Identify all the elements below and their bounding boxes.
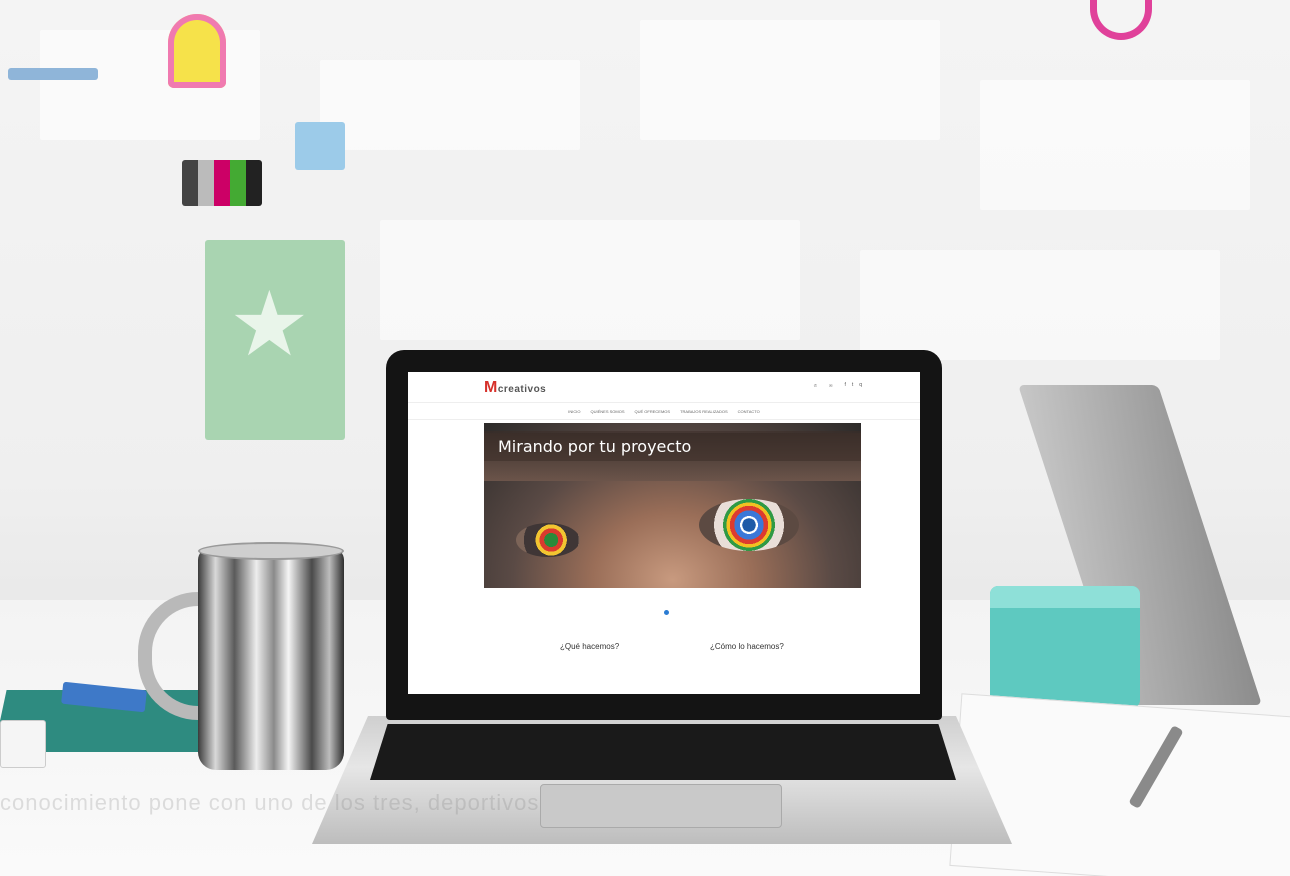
wall-brick xyxy=(860,250,1220,360)
site-header: Mcreativos ✆ ✉ f t q xyxy=(408,372,920,402)
star-icon: ★ xyxy=(229,275,310,375)
pink-ring xyxy=(1090,0,1152,40)
blue-note xyxy=(295,122,345,170)
hero-slider[interactable]: Mirando por tu proyecto xyxy=(484,423,861,588)
notebook xyxy=(0,720,46,768)
yellow-note xyxy=(168,14,226,88)
header-contact: ✆ ✉ f t q xyxy=(814,382,862,388)
twitter-icon[interactable]: t xyxy=(852,382,853,388)
teal-speaker-top xyxy=(990,586,1140,608)
slider-dot-active[interactable] xyxy=(664,610,669,615)
wall-brick xyxy=(320,60,580,150)
logo-mark: M xyxy=(484,379,498,396)
facebook-icon[interactable]: f xyxy=(844,382,845,388)
laptop-keyboard xyxy=(370,724,956,780)
green-star-poster: ★ xyxy=(205,240,345,440)
nav-item-quienes-somos[interactable]: QUIÉNES SOMOS xyxy=(591,409,625,414)
site-logo[interactable]: Mcreativos xyxy=(484,379,546,397)
email-icon: ✉ xyxy=(829,382,833,388)
left-eye xyxy=(516,523,580,557)
photo-scene: ★ Mcreativos ✆ ✉ f t q INICIO QUIÉNES SO… xyxy=(0,0,1290,876)
wall-brick xyxy=(640,20,940,140)
nav-item-que-ofrecemos[interactable]: QUÉ OFRECEMOS xyxy=(635,409,671,414)
laptop-screen-website: Mcreativos ✆ ✉ f t q INICIO QUIÉNES SOMO… xyxy=(408,372,920,694)
sketch-paper xyxy=(949,693,1290,876)
hero-title: Mirando por tu proyecto xyxy=(498,437,692,456)
phone-icon: ✆ xyxy=(813,382,818,388)
steel-mug xyxy=(198,548,344,770)
wall-brick xyxy=(980,80,1250,210)
mug-rim xyxy=(198,542,344,560)
faded-caption-overlay: conocimiento pone con uno de los tres, d… xyxy=(0,790,540,815)
wall-brick xyxy=(40,30,260,140)
wall-brick xyxy=(380,220,800,340)
right-eye-chrome-iris xyxy=(699,499,799,551)
nav-item-trabajos[interactable]: TRABAJOS REALIZADOS xyxy=(680,409,728,414)
section-title-como-lo-hacemos: ¿Cómo lo hacemos? xyxy=(710,642,784,651)
nav-item-inicio[interactable]: INICIO xyxy=(568,409,580,414)
logo-text: creativos xyxy=(497,384,547,395)
section-title-que-hacemos: ¿Qué hacemos? xyxy=(560,642,620,651)
nav-item-contacto[interactable]: CONTACTO xyxy=(738,409,760,414)
search-icon[interactable]: q xyxy=(859,382,862,388)
blue-label xyxy=(8,68,98,80)
swatch-strip xyxy=(182,160,262,206)
site-nav: INICIO QUIÉNES SOMOS QUÉ OFRECEMOS TRABA… xyxy=(408,402,920,420)
